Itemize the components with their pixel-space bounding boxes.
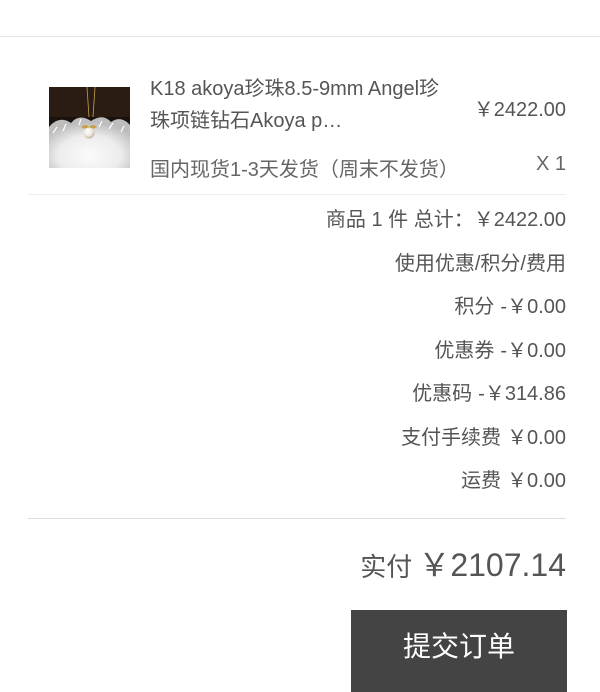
total-divider [28, 518, 566, 519]
product-name[interactable]: K18 akoya珍珠8.5-9mm Angel珍珠项链钻石Akoya p… [150, 73, 450, 137]
payment-fee-value: ￥0.00 [507, 427, 566, 449]
pearl-necklace-image [49, 87, 130, 168]
coupon-value: -￥0.00 [500, 340, 566, 362]
points-label: 积分 [454, 296, 495, 318]
points-row: 积分 -￥0.00 [454, 290, 566, 319]
product-thumbnail[interactable] [49, 87, 130, 168]
payable-amount: ￥2107.14 [418, 547, 566, 583]
payable-label: 实付 [360, 552, 413, 582]
product-quantity: X 1 [535, 153, 566, 175]
shipping-label: 运费 [461, 470, 502, 492]
top-divider [0, 36, 600, 37]
product-price: ￥2422.00 [473, 99, 566, 121]
promo-code-row: 优惠码 -￥314.86 [412, 377, 566, 406]
shipping-value: ￥0.00 [507, 470, 566, 492]
discount-header: 使用优惠/积分/费用 [394, 253, 566, 275]
coupon-label: 优惠券 [434, 340, 495, 362]
item-divider [28, 194, 566, 195]
payment-fee-label: 支付手续费 [401, 427, 502, 449]
stock-note: 国内现货1-3天发货（周末不发货） [150, 159, 459, 181]
payment-fee-row: 支付手续费 ￥0.00 [401, 421, 566, 450]
promo-code-label: 优惠码 [412, 383, 473, 405]
points-value: -￥0.00 [500, 296, 566, 318]
coupon-row: 优惠券 -￥0.00 [434, 334, 566, 363]
order-count-total: 商品 1 件 总计：￥2422.00 [325, 209, 566, 231]
payable-total: 实付 ￥2107.14 [360, 540, 566, 586]
submit-order-button[interactable]: 提交订单 [351, 610, 567, 692]
shipping-row: 运费 ￥0.00 [461, 464, 566, 493]
promo-code-value: -￥314.86 [478, 383, 566, 405]
